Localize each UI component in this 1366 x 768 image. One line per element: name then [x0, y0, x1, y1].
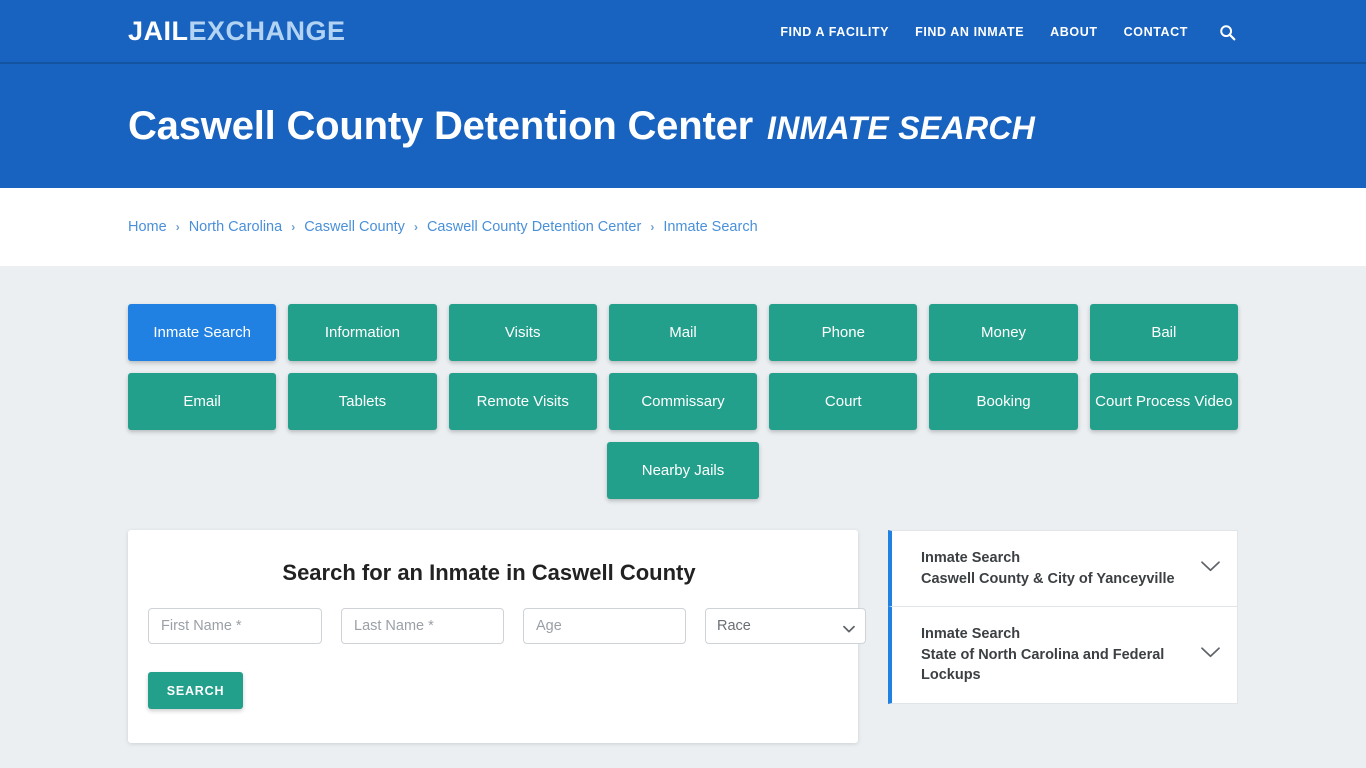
breadcrumb-separator-icon: › — [291, 220, 296, 234]
search-form-heading: Search for an Inmate in Caswell County — [282, 560, 696, 585]
tab-remote-visits[interactable]: Remote Visits — [448, 373, 597, 430]
nav-item-about[interactable]: ABOUT — [1037, 25, 1110, 39]
tab-money[interactable]: Money — [929, 304, 1078, 361]
tab-bail[interactable]: Bail — [1089, 304, 1238, 361]
breadcrumb-item-north-carolina[interactable]: North Carolina — [189, 219, 283, 235]
accordion-inmate-search-county[interactable]: Inmate Search Caswell County & City of Y… — [888, 530, 1238, 608]
sidebar: Inmate Search Caswell County & City of Y… — [888, 530, 1238, 704]
last-name-input[interactable] — [341, 608, 504, 644]
logo-text-secondary: EXCHANGE — [188, 16, 346, 46]
inmate-search-card: Search for an Inmate in Caswell County R… — [128, 530, 866, 743]
page-subtitle: INMATE SEARCH — [767, 110, 1036, 146]
logo-text-primary: JAIL — [128, 16, 189, 46]
breadcrumb-item-inmate-search: Inmate Search — [663, 219, 758, 235]
breadcrumb-separator-icon: › — [650, 220, 655, 234]
accordion-inmate-search-state[interactable]: Inmate Search State of North Carolina an… — [888, 607, 1238, 704]
tab-tablets[interactable]: Tablets — [288, 373, 437, 430]
accordion-subtitle: Caswell County & City of Yanceyville — [921, 570, 1175, 587]
race-select-wrapper: Race — [705, 608, 866, 644]
main-navigation: FIND A FACILITY FIND AN INMATE ABOUT CON… — [767, 0, 1238, 64]
nav-item-contact[interactable]: CONTACT — [1111, 25, 1201, 39]
accordion-title: Inmate Search — [921, 626, 1021, 643]
search-fields: Race — [148, 608, 866, 644]
breadcrumb-separator-icon: › — [413, 220, 418, 234]
breadcrumb: Home › North Carolina › Caswell County ›… — [0, 219, 758, 235]
race-select[interactable]: Race — [705, 608, 866, 644]
tab-booking[interactable]: Booking — [929, 373, 1078, 430]
tab-court[interactable]: Court — [769, 373, 918, 430]
breadcrumb-bar: Home › North Carolina › Caswell County ›… — [0, 188, 1366, 266]
tab-nearby-jails[interactable]: Nearby Jails — [607, 442, 759, 499]
tab-inmate-search[interactable]: Inmate Search — [128, 304, 277, 361]
nav-item-find-an-inmate[interactable]: FIND AN INMATE — [902, 25, 1037, 39]
chevron-down-icon[interactable] — [1200, 646, 1221, 664]
accordion-title: Inmate Search — [921, 550, 1021, 566]
chevron-down-icon[interactable] — [1200, 560, 1221, 578]
age-input[interactable] — [523, 608, 686, 644]
first-name-input[interactable] — [148, 608, 322, 644]
breadcrumb-item-home[interactable]: Home — [128, 219, 167, 235]
tab-court-process-video[interactable]: Court Process Video — [1089, 373, 1238, 430]
tab-information[interactable]: Information — [288, 304, 437, 361]
search-submit-button[interactable]: SEARCH — [148, 672, 243, 709]
nav-item-find-a-facility[interactable]: FIND A FACILITY — [767, 25, 902, 39]
facility-tab-grid: Inmate Search Information Visits Mail Ph… — [128, 304, 1238, 499]
tab-email[interactable]: Email — [128, 373, 277, 430]
breadcrumb-item-caswell-county[interactable]: Caswell County — [304, 219, 405, 235]
breadcrumb-separator-icon: › — [175, 220, 180, 234]
main-column: Search for an Inmate in Caswell County R… — [128, 530, 866, 768]
accordion-label: Inmate Search Caswell County & City of Y… — [921, 548, 1190, 589]
tab-mail[interactable]: Mail — [608, 304, 758, 361]
lower-section: Search for an Inmate in Caswell County R… — [128, 530, 1238, 768]
accordion-subtitle: State of North Carolina and Federal Lock… — [921, 646, 1165, 684]
tab-row-2: Email Tablets Remote Visits Commissary C… — [128, 373, 1238, 430]
tab-row-3: Nearby Jails — [128, 442, 1238, 499]
site-logo[interactable]: JAILEXCHANGE — [128, 18, 346, 45]
site-header: JAILEXCHANGE FIND A FACILITY FIND AN INM… — [0, 0, 1366, 64]
accordion-label: Inmate Search State of North Carolina an… — [921, 624, 1190, 686]
page-hero: Caswell County Detention Center INMATE S… — [0, 64, 1366, 188]
tab-visits[interactable]: Visits — [448, 304, 597, 361]
tab-row-1: Inmate Search Information Visits Mail Ph… — [128, 304, 1238, 361]
tab-phone[interactable]: Phone — [769, 304, 918, 361]
tab-commissary[interactable]: Commissary — [608, 373, 758, 430]
page-content: Inmate Search Information Visits Mail Ph… — [0, 266, 1366, 768]
search-icon[interactable] — [1201, 24, 1238, 41]
page-title: Caswell County Detention Center — [128, 104, 753, 148]
breadcrumb-item-detention-center[interactable]: Caswell County Detention Center — [427, 219, 641, 235]
